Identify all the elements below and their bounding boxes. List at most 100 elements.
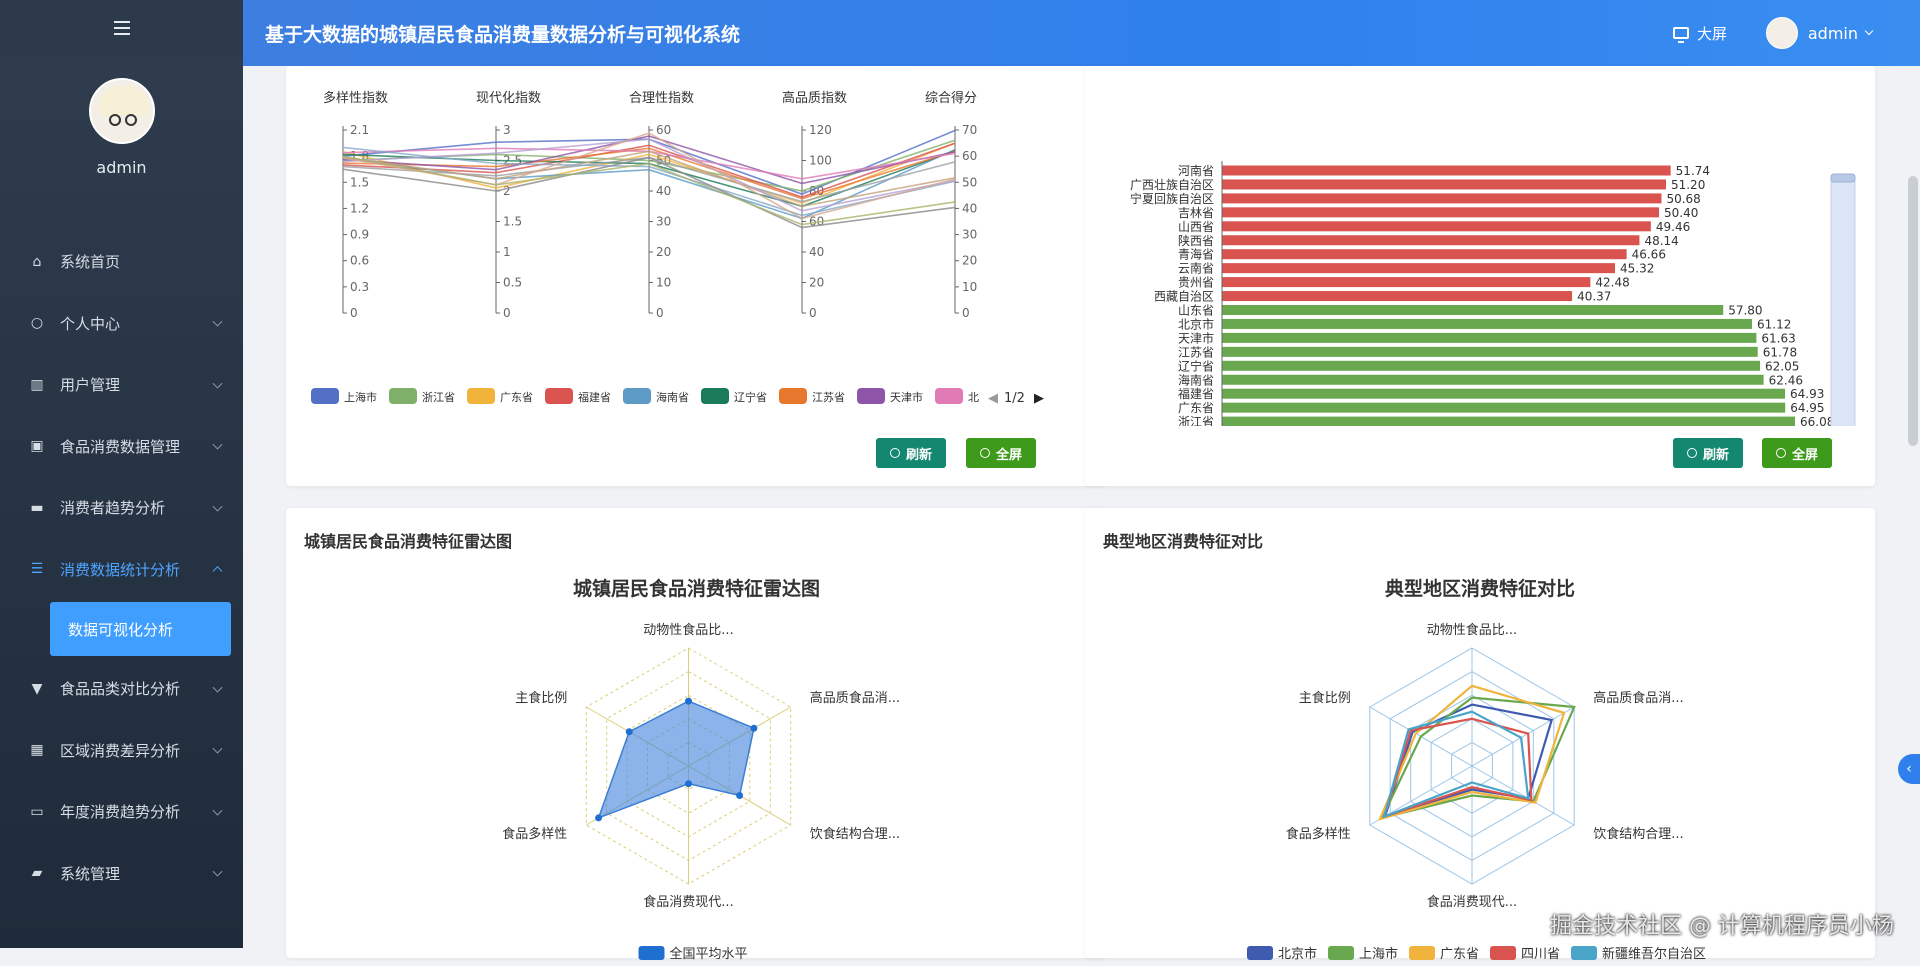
fullscreen-button[interactable]: 全屏 bbox=[1762, 438, 1833, 468]
parallel-axis-name: 高品质指数 bbox=[782, 90, 847, 106]
card-title: 城镇居民食品消费特征雷达图 bbox=[304, 532, 513, 551]
bar bbox=[1222, 346, 1758, 357]
legend-swatch bbox=[701, 388, 729, 404]
sidebar-profile: admin bbox=[0, 56, 243, 231]
radar-indicator-label: 食品多样性 bbox=[502, 826, 567, 842]
sidebar-item-statistics[interactable]: ☰ 消费数据统计分析 bbox=[0, 539, 243, 601]
fullscreen-button[interactable]: 全屏 bbox=[966, 438, 1037, 468]
sidebar-item-food-data[interactable]: ▣ 食品消费数据管理 bbox=[0, 416, 243, 478]
legend-label: 上海市 bbox=[344, 390, 377, 404]
bar-category-label: 西藏自治区 bbox=[1154, 290, 1214, 304]
refresh-label: 刷新 bbox=[906, 447, 933, 463]
parallel-tick-label: 20 bbox=[656, 245, 671, 259]
fullscreen-label: 全屏 bbox=[1792, 447, 1819, 463]
bar bbox=[1222, 221, 1651, 232]
sidebar-item-home[interactable]: ⌂ 系统首页 bbox=[0, 231, 243, 293]
parallel-tick-label: 40 bbox=[962, 201, 977, 215]
sidebar-item-system[interactable]: ▰ 系统管理 bbox=[0, 843, 243, 905]
parallel-tick-label: 0 bbox=[656, 306, 664, 320]
bar bbox=[1222, 402, 1786, 413]
legend-label: 广东省 bbox=[500, 391, 533, 404]
sidebar-subitem-visual-analysis[interactable]: 数据可视化分析 bbox=[50, 602, 231, 656]
bar-category-label: 山西省 bbox=[1178, 220, 1214, 234]
radar-indicator-label: 食品消费现代... bbox=[1427, 894, 1517, 910]
legend-swatch bbox=[857, 388, 885, 404]
sidebar-item-label: 个人中心 bbox=[60, 314, 121, 333]
legend-swatch bbox=[638, 946, 665, 960]
bar bbox=[1222, 374, 1764, 385]
sidebar-item-personal[interactable]: ○ 个人中心 bbox=[0, 293, 243, 355]
chevron-down-icon bbox=[212, 501, 223, 512]
bar bbox=[1222, 291, 1573, 302]
parallel-tick-label: 0.3 bbox=[350, 280, 369, 294]
parallel-tick-label: 10 bbox=[656, 276, 671, 290]
chevron-down-icon bbox=[212, 682, 223, 693]
parallel-tick-label: 0 bbox=[809, 306, 817, 320]
bar-value-label: 40.37 bbox=[1577, 290, 1611, 304]
bar-category-label: 天津市 bbox=[1178, 330, 1214, 345]
legend-swatch bbox=[389, 388, 417, 404]
sidebar-item-consumer-trend[interactable]: ▬ 消费者趋势分析 bbox=[0, 477, 243, 539]
legend-page-indicator: 1/2 bbox=[1004, 391, 1025, 406]
sidebar-item-region-diff[interactable]: ▦ 区域消费差异分析 bbox=[0, 720, 243, 782]
legend-swatch bbox=[623, 388, 651, 404]
bar-chart-card: 河南省 51.74 广西壮族自治区 51.20 宁夏回族自治区 50.68 吉林省 50.40… bbox=[1085, 66, 1875, 486]
radar-indicator-label: 饮食结构合理... bbox=[810, 826, 900, 842]
bar-value-label: 49.46 bbox=[1656, 220, 1690, 234]
bar-value-label: 57.80 bbox=[1728, 304, 1762, 318]
parallel-tick-label: 1.2 bbox=[350, 201, 369, 215]
sidebar-item-users[interactable]: ▥ 用户管理 bbox=[0, 354, 243, 416]
sidebar-item-label: 用户管理 bbox=[60, 376, 121, 395]
parallel-tick-label: 60 bbox=[962, 149, 977, 163]
bar-value-label: 64.93 bbox=[1790, 387, 1824, 401]
legend-label: 北 bbox=[968, 391, 979, 404]
bar bbox=[1222, 388, 1786, 399]
bar bbox=[1222, 318, 1752, 329]
legend-label: 四川省 bbox=[1521, 947, 1560, 962]
legend-swatch bbox=[1409, 946, 1435, 960]
radar-chart: 动物性食品比... 高品质食品消... 饮食结构合理... 食品消费现代... 食品多样… bbox=[502, 622, 900, 962]
watermark: 掘金技术社区 @ 计算机程序员小杨 bbox=[1550, 914, 1894, 939]
refresh-icon bbox=[890, 448, 900, 458]
parallel-chart-card: 多样性指数 2.1 1.8 1.5 1.2 0.9 0.6 0.3 0 现代化指数 3 2.5 2 1.5… bbox=[286, 66, 1107, 486]
sidebar-toggle[interactable] bbox=[0, 0, 243, 56]
parallel-tick-label: 50 bbox=[962, 175, 977, 189]
bar-value-label: 61.12 bbox=[1757, 317, 1791, 331]
bar-value-label: 51.20 bbox=[1671, 178, 1705, 192]
parallel-legend: 上海市 浙江省 广东省 福建省 海南省 辽宁省 江苏省 天津市 北 ◀ 1/2 ▶ bbox=[311, 388, 1044, 406]
page-scrollbar[interactable] bbox=[1908, 176, 1918, 446]
bar bbox=[1222, 193, 1662, 204]
monitor-icon: ▭ bbox=[30, 803, 44, 820]
bar-category-label: 宁夏回族自治区 bbox=[1130, 191, 1214, 206]
bar-category-label: 广西壮族自治区 bbox=[1130, 178, 1214, 192]
sidebar-item-label: 系统首页 bbox=[60, 253, 121, 272]
radar-point bbox=[736, 792, 744, 799]
profile-name: admin bbox=[96, 158, 147, 177]
parallel-tick-label: 0 bbox=[503, 306, 511, 320]
sidebar-item-annual-trend[interactable]: ▭ 年度消费趋势分析 bbox=[0, 781, 243, 843]
legend-swatch bbox=[545, 388, 573, 404]
collapse-handle[interactable]: ‹ bbox=[1898, 754, 1920, 784]
radar-indicator-label: 主食比例 bbox=[515, 690, 567, 706]
chevron-down-icon bbox=[212, 866, 223, 877]
bar-value-label: 62.05 bbox=[1765, 359, 1799, 373]
chevron-down-icon bbox=[1864, 26, 1874, 36]
refresh-button[interactable]: 刷新 bbox=[876, 438, 947, 468]
sidebar-menu: ⌂ 系统首页 ○ 个人中心 ▥ 用户管理 ▣ 食品消费数据管理 ▬ 消费者趋势分… bbox=[0, 231, 243, 904]
legend-label: 辽宁省 bbox=[734, 390, 767, 404]
sidebar-item-category-compare[interactable]: ▼ 食品品类对比分析 bbox=[0, 658, 243, 720]
radar-indicator-label: 动物性食品比... bbox=[643, 622, 733, 638]
menu-icon bbox=[113, 21, 130, 35]
bar bbox=[1222, 305, 1724, 315]
legend-swatch bbox=[779, 388, 807, 404]
legend-label: 新疆维吾尔自治区 bbox=[1602, 946, 1706, 962]
big-screen-button[interactable]: 大屏 bbox=[1672, 23, 1727, 44]
bar-value-label: 51.74 bbox=[1676, 164, 1710, 178]
parallel-tick-label: 2.1 bbox=[350, 123, 369, 137]
user-menu[interactable]: admin bbox=[1765, 17, 1874, 49]
radar-indicator-label: 动物性食品比... bbox=[1427, 622, 1517, 638]
big-screen-label: 大屏 bbox=[1696, 24, 1727, 43]
legend-label: 海南省 bbox=[656, 390, 689, 404]
refresh-button[interactable]: 刷新 bbox=[1673, 438, 1744, 468]
bar-category-label: 海南省 bbox=[1178, 372, 1214, 387]
